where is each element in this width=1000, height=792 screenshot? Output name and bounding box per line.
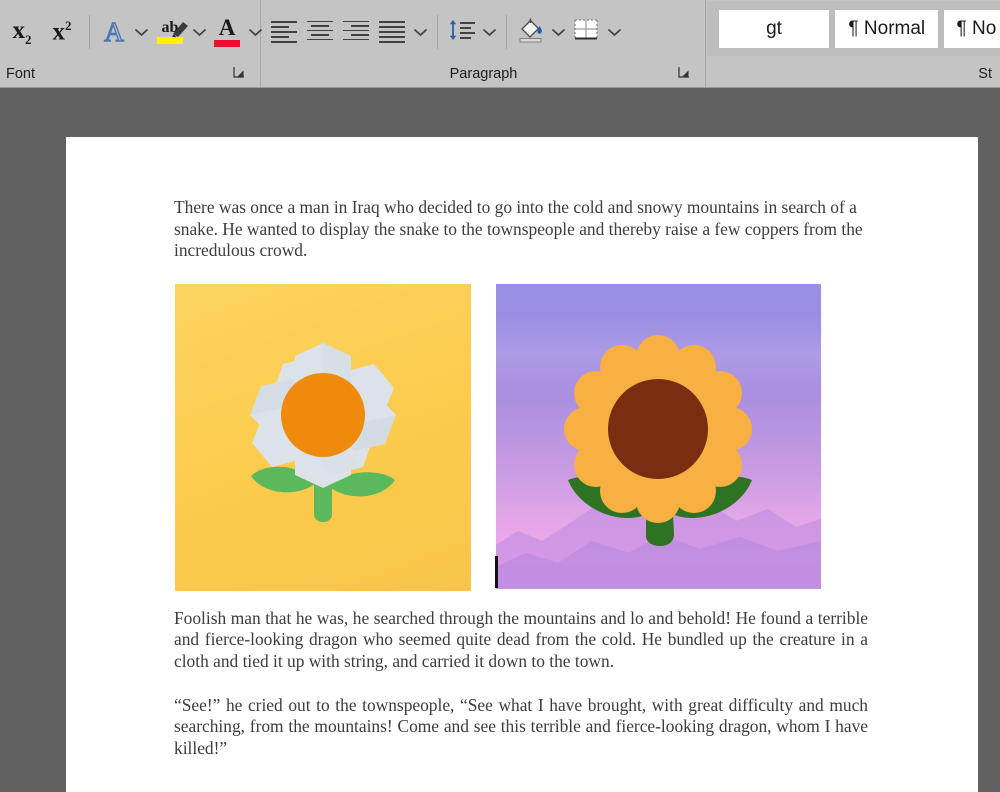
paragraph-3[interactable]: “See!” he cried out to the townspeople, …	[174, 695, 868, 760]
paragraph-group-label: Paragraph	[449, 66, 518, 82]
ribbon-groups: x2 x2 A ab A Font Paragraph gt ¶ Normal …	[0, 0, 1000, 87]
highlighter-icon: ab	[157, 20, 188, 44]
font-group-divider	[89, 15, 90, 49]
borders-button[interactable]	[568, 12, 604, 52]
highlight-ab-glyph: ab	[162, 20, 188, 38]
paragraph-1[interactable]: There was once a man in Iraq who decided…	[174, 197, 868, 262]
text-effects-dropdown-chevron-down-icon[interactable]	[131, 12, 151, 52]
spacer-between-paragraphs	[174, 673, 868, 695]
style-item-normal[interactable]: ¶ Normal	[835, 9, 939, 48]
document-page[interactable]: There was once a man in Iraq who decided…	[66, 137, 978, 792]
ribbon: x2 x2 A ab A Font Paragraph gt ¶ Normal …	[0, 0, 1000, 88]
shading-dropdown-chevron-down-icon[interactable]	[548, 12, 568, 52]
text-highlight-color-button[interactable]: ab	[151, 12, 189, 52]
superscript-glyph: x2	[52, 18, 72, 46]
line-and-paragraph-spacing-button[interactable]	[445, 12, 479, 52]
highlight-color-dropdown-chevron-down-icon[interactable]	[189, 12, 209, 52]
paragraph-2[interactable]: Foolish man that he was, he searched thr…	[174, 608, 868, 673]
borders-grid-icon	[572, 17, 600, 48]
image-daisy[interactable]	[175, 283, 471, 591]
style-item-partial[interactable]: gt	[719, 9, 830, 48]
text-cursor-caret	[495, 555, 498, 588]
paragraph-dialog-launcher[interactable]	[677, 65, 691, 79]
ribbon-group-font: x2 x2 A ab A Font	[0, 0, 262, 87]
justify-icon	[379, 21, 405, 43]
style-item-no-spacing-label: ¶ No	[956, 17, 997, 39]
shading-button[interactable]	[514, 12, 548, 52]
font-color-button[interactable]: A	[209, 12, 245, 52]
style-item-normal-label: ¶ Normal	[848, 17, 926, 39]
superscript-button[interactable]: x2	[42, 12, 82, 52]
align-right-icon	[343, 21, 369, 43]
style-item-no-spacing[interactable]: ¶ No	[944, 9, 1000, 48]
spacer-after-images	[174, 592, 868, 608]
sunflower-graphic	[564, 334, 752, 546]
line-spacing-dropdown-chevron-down-icon[interactable]	[479, 12, 499, 52]
image-sunflower[interactable]	[496, 283, 821, 589]
paint-bucket-icon	[516, 17, 546, 48]
subscript-glyph: x2	[12, 17, 32, 47]
font-group-label: Font	[6, 66, 36, 82]
borders-dropdown-chevron-down-icon[interactable]	[604, 12, 624, 52]
justify-button[interactable]	[374, 12, 410, 52]
center-icon	[307, 21, 333, 43]
inline-images-row	[174, 283, 868, 592]
highlight-color-bar	[157, 37, 183, 44]
alignment-dropdown-chevron-down-icon[interactable]	[410, 12, 430, 52]
font-color-bar	[214, 39, 240, 47]
font-color-a-glyph: A	[218, 15, 236, 41]
paragraph-group-divider-2	[506, 15, 507, 49]
daisy-flower-graphic	[250, 342, 396, 522]
ribbon-group-styles: gt ¶ Normal ¶ No St	[707, 0, 1000, 87]
document-canvas[interactable]: There was once a man in Iraq who decided…	[0, 88, 1000, 792]
styles-group-label: St	[978, 66, 992, 82]
line-spacing-icon	[448, 18, 476, 47]
font-dialog-launcher[interactable]	[232, 65, 246, 79]
font-color-icon: A	[214, 15, 240, 47]
align-left-icon	[271, 21, 297, 43]
document-body[interactable]: There was once a man in Iraq who decided…	[174, 197, 868, 759]
align-right-button[interactable]	[338, 12, 374, 52]
subscript-button[interactable]: x2	[2, 12, 42, 52]
paragraph-group-divider-1	[437, 15, 438, 49]
center-button[interactable]	[302, 12, 338, 52]
align-left-button[interactable]	[266, 12, 302, 52]
spacer-before-images	[174, 262, 868, 284]
text-effects-icon: A	[104, 16, 125, 47]
styles-gallery: gt ¶ Normal ¶ No	[707, 1, 1000, 56]
text-effects-button[interactable]: A	[97, 12, 131, 52]
style-item-partial-label: gt	[766, 17, 782, 39]
ribbon-group-paragraph: Paragraph	[262, 0, 706, 87]
